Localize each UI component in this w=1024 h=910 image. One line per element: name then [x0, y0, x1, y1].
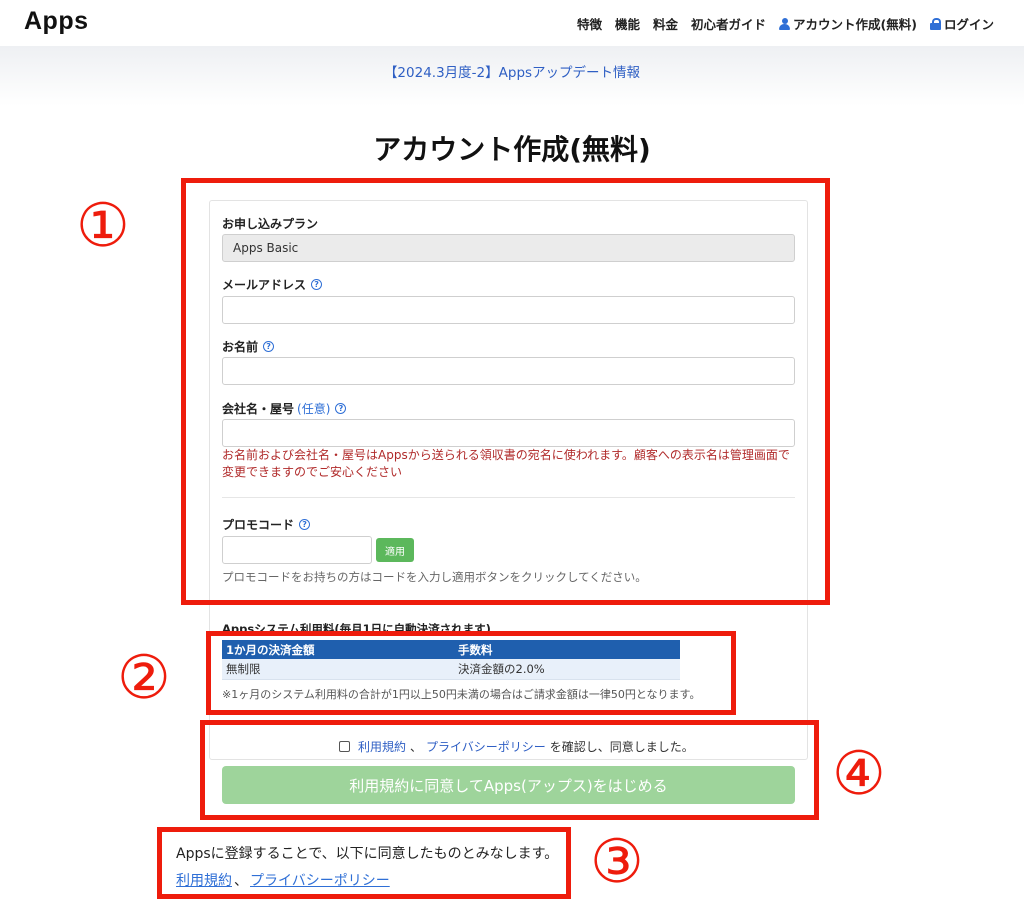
- update-info-link[interactable]: 【2024.3月度-2】Appsアップデート情報: [0, 61, 1024, 81]
- nav-login-label: ログイン: [943, 17, 994, 32]
- page-title: アカウント作成(無料): [373, 133, 651, 166]
- annotation-box-4: [200, 720, 819, 820]
- nav-login[interactable]: ログイン: [929, 14, 994, 33]
- annotation-number-4: ④: [832, 739, 886, 809]
- annotation-number-1: ①: [76, 191, 130, 261]
- nav-signup[interactable]: アカウント作成(無料): [779, 14, 917, 33]
- nav-signup-label: アカウント作成(無料): [793, 17, 917, 32]
- site-logo[interactable]: Apps: [24, 7, 89, 36]
- nav-beginner-guide[interactable]: 初心者ガイド: [691, 14, 766, 33]
- user-icon: [779, 17, 791, 30]
- annotation-box-2: [206, 631, 736, 715]
- annotation-box-3: [157, 827, 571, 899]
- site-header: Apps 特徴 機能 料金 初心者ガイド アカウント作成(無料) ログイン: [0, 0, 1024, 46]
- annotation-box-1: [181, 178, 830, 605]
- nav-functions[interactable]: 機能: [615, 14, 640, 33]
- annotation-number-3: ③: [590, 827, 644, 897]
- lock-icon: [929, 17, 941, 30]
- annotation-number-2: ②: [117, 643, 171, 713]
- nav-pricing[interactable]: 料金: [653, 14, 678, 33]
- nav-features[interactable]: 特徴: [577, 14, 602, 33]
- main-nav: 特徴 機能 料金 初心者ガイド アカウント作成(無料) ログイン: [577, 14, 994, 33]
